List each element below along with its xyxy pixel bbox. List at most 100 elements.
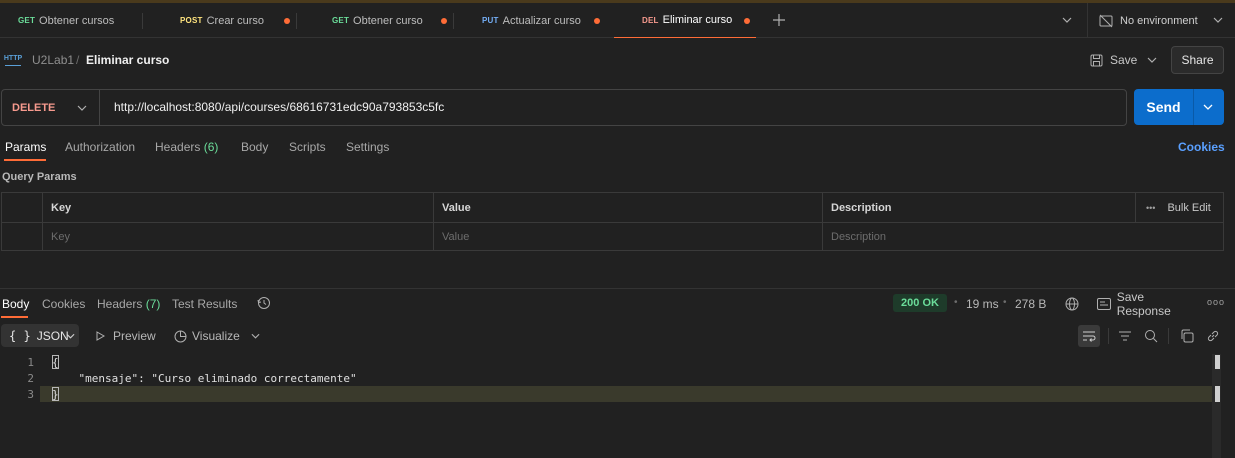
tabs-dropdown-chevron-icon[interactable] — [1060, 12, 1074, 28]
response-size[interactable]: 278 B — [1015, 297, 1046, 311]
key-input[interactable]: Key — [43, 222, 434, 250]
share-button[interactable]: Share — [1171, 46, 1224, 74]
current-line-highlight — [40, 386, 1212, 402]
headers-count: (6) — [203, 140, 219, 154]
tab-authorization[interactable]: Authorization — [65, 140, 135, 154]
response-tab-body[interactable]: Body — [2, 297, 29, 311]
environment-selector[interactable]: No environment — [1098, 3, 1226, 38]
link-icon[interactable] — [1205, 328, 1221, 344]
active-tab-underline — [1, 316, 28, 318]
description-input[interactable]: Description — [823, 222, 1223, 250]
vertical-scrollbar[interactable] — [1212, 354, 1221, 458]
send-label: Send — [1134, 89, 1194, 125]
visualize-label: Visualize — [192, 329, 240, 343]
bulk-edit-button[interactable]: Bulk Edit — [1167, 202, 1210, 214]
save-icon — [1088, 52, 1104, 68]
chevron-down-icon[interactable] — [250, 330, 262, 342]
column-header-key: Key — [43, 193, 434, 222]
unsaved-dot-icon — [284, 18, 290, 24]
breadcrumb-separator: / — [76, 53, 80, 67]
method-select[interactable]: DELETE — [2, 90, 100, 125]
query-params-table: Key Value Description ••• Bulk Edit Key … — [1, 192, 1224, 251]
tab-eliminar-curso[interactable]: DEL Eliminar curso — [614, 3, 756, 38]
scrollbar-marker — [1215, 355, 1220, 369]
wrap-lines-icon[interactable] — [1078, 325, 1100, 347]
filter-icon[interactable] — [1117, 328, 1133, 344]
value-input[interactable]: Value — [434, 222, 823, 250]
visualize-button[interactable]: Visualize — [173, 328, 262, 344]
preview-button[interactable]: Preview — [95, 328, 156, 344]
visualize-icon — [173, 329, 187, 343]
preview-label: Preview — [113, 329, 156, 343]
status-badge[interactable]: 200 OK — [893, 294, 947, 312]
tab-separator — [296, 13, 297, 29]
tab-body[interactable]: Body — [241, 140, 268, 154]
tab-scripts[interactable]: Scripts — [289, 140, 326, 154]
tab-label: Actualizar curso — [502, 14, 581, 27]
new-tab-plus-icon[interactable] — [770, 11, 788, 29]
scrollbar-thumb[interactable] — [1215, 386, 1220, 402]
tab-label: Obtener curso — [353, 14, 423, 27]
code-line[interactable]: } — [52, 388, 59, 401]
cookies-link[interactable]: Cookies — [1178, 140, 1225, 154]
code-line[interactable]: { — [52, 356, 59, 369]
tab-crear-curso[interactable]: POST Crear curso — [162, 3, 296, 38]
breadcrumb-collection[interactable]: U2Lab1 — [32, 53, 74, 67]
copy-icon[interactable] — [1179, 328, 1195, 344]
tab-method: GET — [18, 16, 36, 25]
response-headers-label: Headers — [97, 297, 143, 311]
send-options-chevron-icon[interactable] — [1196, 99, 1220, 115]
response-tab-test-results[interactable]: Test Results — [172, 297, 237, 311]
play-icon — [95, 330, 105, 342]
page-title[interactable]: Eliminar curso — [86, 53, 169, 67]
response-more-icon[interactable]: ooo — [1207, 297, 1225, 307]
tab-method: POST — [180, 16, 203, 25]
tab-headers[interactable]: Headers (6) — [155, 140, 218, 154]
chevron-down-icon — [76, 102, 88, 114]
send-button[interactable]: Send — [1134, 89, 1224, 125]
column-header-value: Value — [434, 193, 823, 222]
unsaved-dot-icon — [441, 18, 447, 24]
tab-obtener-cursos[interactable]: GET Obtener cursos — [0, 3, 142, 38]
code-line[interactable]: "mensaje": "Curso eliminado correctament… — [52, 372, 356, 385]
network-globe-icon[interactable] — [1064, 296, 1080, 312]
no-environment-icon — [1098, 13, 1114, 29]
save-label: Save — [1110, 53, 1138, 67]
tab-settings[interactable]: Settings — [346, 140, 389, 154]
tab-label: Crear curso — [206, 14, 265, 27]
checkbox-column-header — [2, 193, 43, 222]
request-tab-bar: GET Obtener cursos POST Crear curso GET … — [0, 3, 1235, 38]
line-number: 2 — [27, 372, 34, 385]
environment-label: No environment — [1120, 14, 1198, 27]
tab-actualizar-curso[interactable]: PUT Actualizar curso — [464, 3, 610, 38]
save-button[interactable]: Save — [1088, 49, 1164, 71]
env-divider — [1087, 3, 1088, 38]
meta-dot: • — [954, 297, 958, 308]
column-header-description: Description — [823, 193, 1136, 222]
tab-method: GET — [332, 16, 350, 25]
tab-method: DEL — [642, 15, 659, 25]
breadcrumb: HTTP U2Lab1 / Eliminar curso Save Share — [0, 39, 1235, 79]
response-time[interactable]: 19 ms — [966, 297, 999, 311]
response-tab-cookies[interactable]: Cookies — [42, 297, 85, 311]
format-select[interactable]: { } JSON — [1, 324, 79, 347]
meta-dot: • — [1003, 297, 1007, 308]
tab-separator — [453, 13, 454, 29]
toolbar-divider — [1108, 328, 1109, 344]
format-label: JSON — [36, 328, 69, 343]
more-options-icon[interactable]: ••• — [1146, 203, 1155, 213]
search-icon[interactable] — [1143, 328, 1159, 344]
braces-icon: { } — [9, 328, 31, 343]
tab-obtener-curso[interactable]: GET Obtener curso — [314, 3, 454, 38]
tab-headers-label: Headers — [155, 140, 201, 154]
save-response-button[interactable]: Save Response — [1096, 290, 1200, 318]
response-tab-headers[interactable]: Headers (7) — [97, 297, 160, 311]
save-response-icon — [1096, 297, 1112, 311]
save-options-chevron-icon[interactable] — [1146, 54, 1158, 66]
chevron-down-icon — [65, 332, 75, 340]
unsaved-dot-icon — [594, 18, 600, 24]
url-input[interactable]: http://localhost:8080/api/courses/686167… — [114, 100, 444, 114]
query-params-title: Query Params — [2, 171, 77, 183]
tab-params[interactable]: Params — [5, 140, 46, 154]
history-icon[interactable] — [256, 295, 272, 311]
